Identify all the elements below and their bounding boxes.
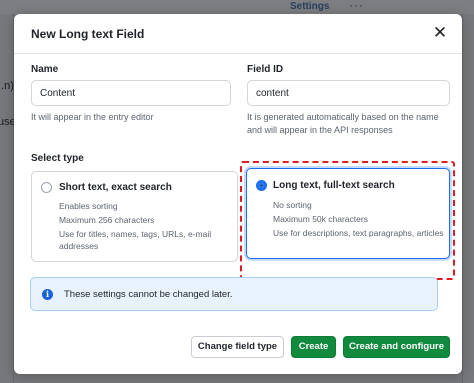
modal-header: New Long text Field ✕ xyxy=(14,14,462,54)
radio-long-text[interactable] xyxy=(256,180,267,191)
change-field-type-button[interactable]: Change field type xyxy=(191,336,284,358)
create-button[interactable]: Create xyxy=(291,336,336,358)
type-option-detail: addresses xyxy=(59,241,99,251)
name-help-text: It will appear in the entry editor xyxy=(31,112,154,122)
type-option-detail: Maximum 50k characters xyxy=(273,214,368,224)
background-fragment: ..n) xyxy=(0,80,14,92)
name-label: Name xyxy=(31,64,59,75)
type-option-detail: No sorting xyxy=(273,200,312,210)
type-option-details: No sorting Maximum 50k characters Use fo… xyxy=(273,199,444,239)
background-more-icon: ··· xyxy=(349,0,364,12)
background-settings-tab: Settings xyxy=(290,1,330,12)
radio-short-text[interactable] xyxy=(41,182,52,193)
background-right-column xyxy=(462,14,474,383)
type-option-title: Short text, exact search xyxy=(59,182,172,193)
type-option-detail: Maximum 256 characters xyxy=(59,215,155,225)
new-field-modal: New Long text Field ✕ Name It will appea… xyxy=(14,14,462,374)
field-id-help-text: It is generated automatically based on t… xyxy=(247,111,457,136)
field-id-help-line: It is generated automatically based on t… xyxy=(247,112,439,122)
name-input[interactable] xyxy=(31,80,231,106)
field-id-input[interactable] xyxy=(247,80,450,106)
background-left-column xyxy=(0,14,14,383)
type-option-long-text[interactable]: Long text, full-text search No sorting M… xyxy=(246,168,450,259)
type-option-detail: Use for titles, names, tags, URLs, e-mai… xyxy=(59,229,212,239)
field-id-help-line: and will appear in the API responses xyxy=(247,124,393,135)
type-option-details: Enables sorting Maximum 256 characters U… xyxy=(59,200,211,252)
close-icon[interactable]: ✕ xyxy=(428,21,452,45)
field-id-label: Field ID xyxy=(247,64,284,75)
type-option-title: Long text, full-text search xyxy=(273,180,395,191)
info-notice: i These settings cannot be changed later… xyxy=(30,277,438,311)
info-icon: i xyxy=(42,289,53,300)
create-and-configure-button[interactable]: Create and configure xyxy=(343,336,450,358)
type-option-detail: Enables sorting xyxy=(59,201,118,211)
info-notice-text: These settings cannot be changed later. xyxy=(64,289,233,300)
type-option-detail: Use for descriptions, text paragraphs, a… xyxy=(273,228,444,238)
select-type-label: Select type xyxy=(31,153,84,164)
type-option-short-text[interactable]: Short text, exact search Enables sorting… xyxy=(31,171,238,262)
modal-title: New Long text Field xyxy=(31,27,145,41)
background-topbar xyxy=(0,0,474,14)
